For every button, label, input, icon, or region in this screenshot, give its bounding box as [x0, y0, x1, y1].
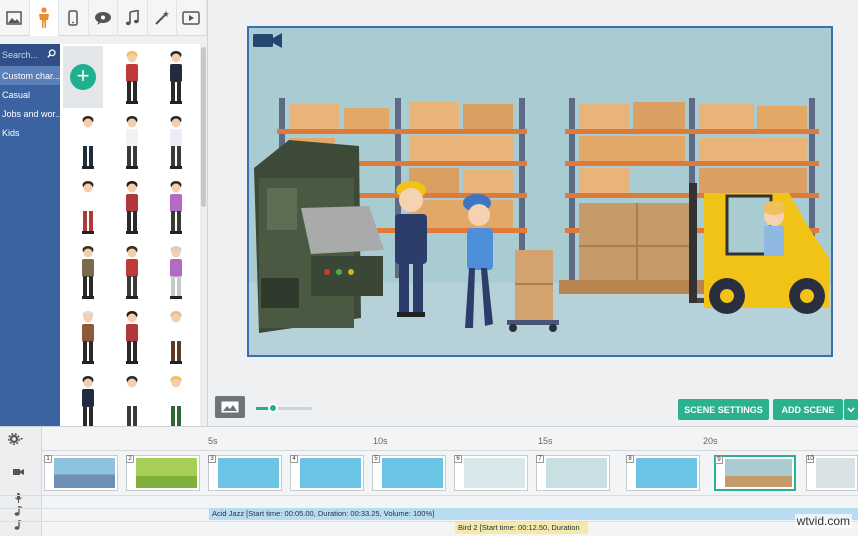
category-kids[interactable]: Kids [0, 123, 60, 142]
character-thumbnail[interactable] [122, 310, 142, 368]
background-thumbnail-button[interactable] [215, 396, 245, 418]
category-casual[interactable]: Casual [0, 85, 60, 104]
character-thumbnail[interactable] [122, 245, 142, 303]
character-thumbnail[interactable] [166, 115, 186, 173]
add-scene-button[interactable]: ADD SCENE [773, 399, 843, 420]
character-thumbnail[interactable] [166, 245, 186, 303]
character-thumbnail[interactable] [78, 180, 98, 238]
scene-thumbnail[interactable]: 10 [806, 455, 858, 491]
search-placeholder: Search... [2, 50, 39, 60]
speech-bubble-icon[interactable] [89, 0, 118, 36]
add-scene-dropdown[interactable] [844, 399, 858, 420]
character-thumbnail[interactable] [78, 375, 98, 426]
timeline-track-labels [0, 427, 42, 536]
character-thumbnail[interactable] [166, 180, 186, 238]
camera-track-icon [13, 467, 25, 479]
character-thumbnail[interactable] [166, 50, 186, 108]
timeline: 5s 10s 15s 20s 1 2 3 4 5 6 7 8 9 10 Acid… [0, 426, 858, 536]
ruler-tick: 5s [208, 436, 218, 446]
watermark: wtvid.com [794, 514, 852, 528]
scene-thumbnail[interactable]: 8 [626, 455, 700, 491]
scene-thumbnail[interactable]: 4 [290, 455, 364, 491]
ruler-tick: 15s [538, 436, 553, 446]
category-list: Search... Custom char... Casual Jobs and… [0, 44, 60, 426]
category-custom-characters[interactable]: Custom char... [0, 66, 60, 85]
character-grid: + [60, 44, 200, 426]
image-icon[interactable] [0, 0, 30, 36]
gear-icon[interactable] [8, 433, 24, 448]
slider-handle[interactable] [268, 403, 278, 413]
audio-track-bird[interactable]: Bird 2 [Start time: 00:12.50, Duration [455, 522, 588, 534]
scene-thumbnail[interactable]: 2 [126, 455, 200, 491]
phone-icon[interactable] [59, 0, 89, 36]
scene-settings-button[interactable]: SCENE SETTINGS [678, 399, 769, 420]
warehouse-scene [249, 28, 831, 355]
character-thumbnail[interactable] [122, 115, 142, 173]
scene-thumbnail[interactable]: 6 [454, 455, 528, 491]
character-thumbnail[interactable] [122, 375, 142, 426]
timeline-ruler[interactable]: 5s 10s 15s 20s [42, 427, 858, 451]
character-thumbnail[interactable] [78, 245, 98, 303]
search-icon[interactable] [47, 49, 56, 60]
music-icon[interactable] [118, 0, 148, 36]
video-icon[interactable] [177, 0, 207, 36]
character-thumbnail[interactable] [78, 310, 98, 368]
scene-thumbnail-selected[interactable]: 9 [714, 455, 796, 491]
camera-icon[interactable] [252, 31, 284, 49]
character-thumbnail[interactable] [78, 115, 98, 173]
magic-wand-icon[interactable] [148, 0, 177, 36]
chevron-down-icon [847, 407, 855, 413]
character-icon[interactable] [29, 0, 59, 36]
zoom-slider[interactable] [256, 403, 312, 413]
ruler-tick: 10s [373, 436, 388, 446]
add-character-tile[interactable]: + [63, 46, 103, 108]
scene-stage[interactable] [247, 26, 833, 357]
search-input[interactable]: Search... [0, 44, 60, 66]
character-thumbnail[interactable] [166, 375, 186, 426]
character-thumbnail[interactable] [166, 310, 186, 368]
character-scrollbar[interactable] [200, 44, 207, 426]
asset-toolbar [0, 0, 207, 36]
scene-thumbnail[interactable]: 3 [208, 455, 282, 491]
scene-thumbnail[interactable]: 7 [536, 455, 610, 491]
audio-track-acid-jazz[interactable]: Acid Jazz [Start time: 00:05.00, Duratio… [209, 508, 858, 520]
character-thumbnail[interactable] [122, 180, 142, 238]
scene-thumbnail[interactable]: 1 [44, 455, 118, 491]
scene-thumbnail[interactable]: 5 [372, 455, 446, 491]
ruler-tick: 20s [703, 436, 718, 446]
category-jobs-and-work[interactable]: Jobs and wor... [0, 104, 60, 123]
add-character-button[interactable]: + [70, 64, 96, 90]
character-thumbnail[interactable] [122, 50, 142, 108]
